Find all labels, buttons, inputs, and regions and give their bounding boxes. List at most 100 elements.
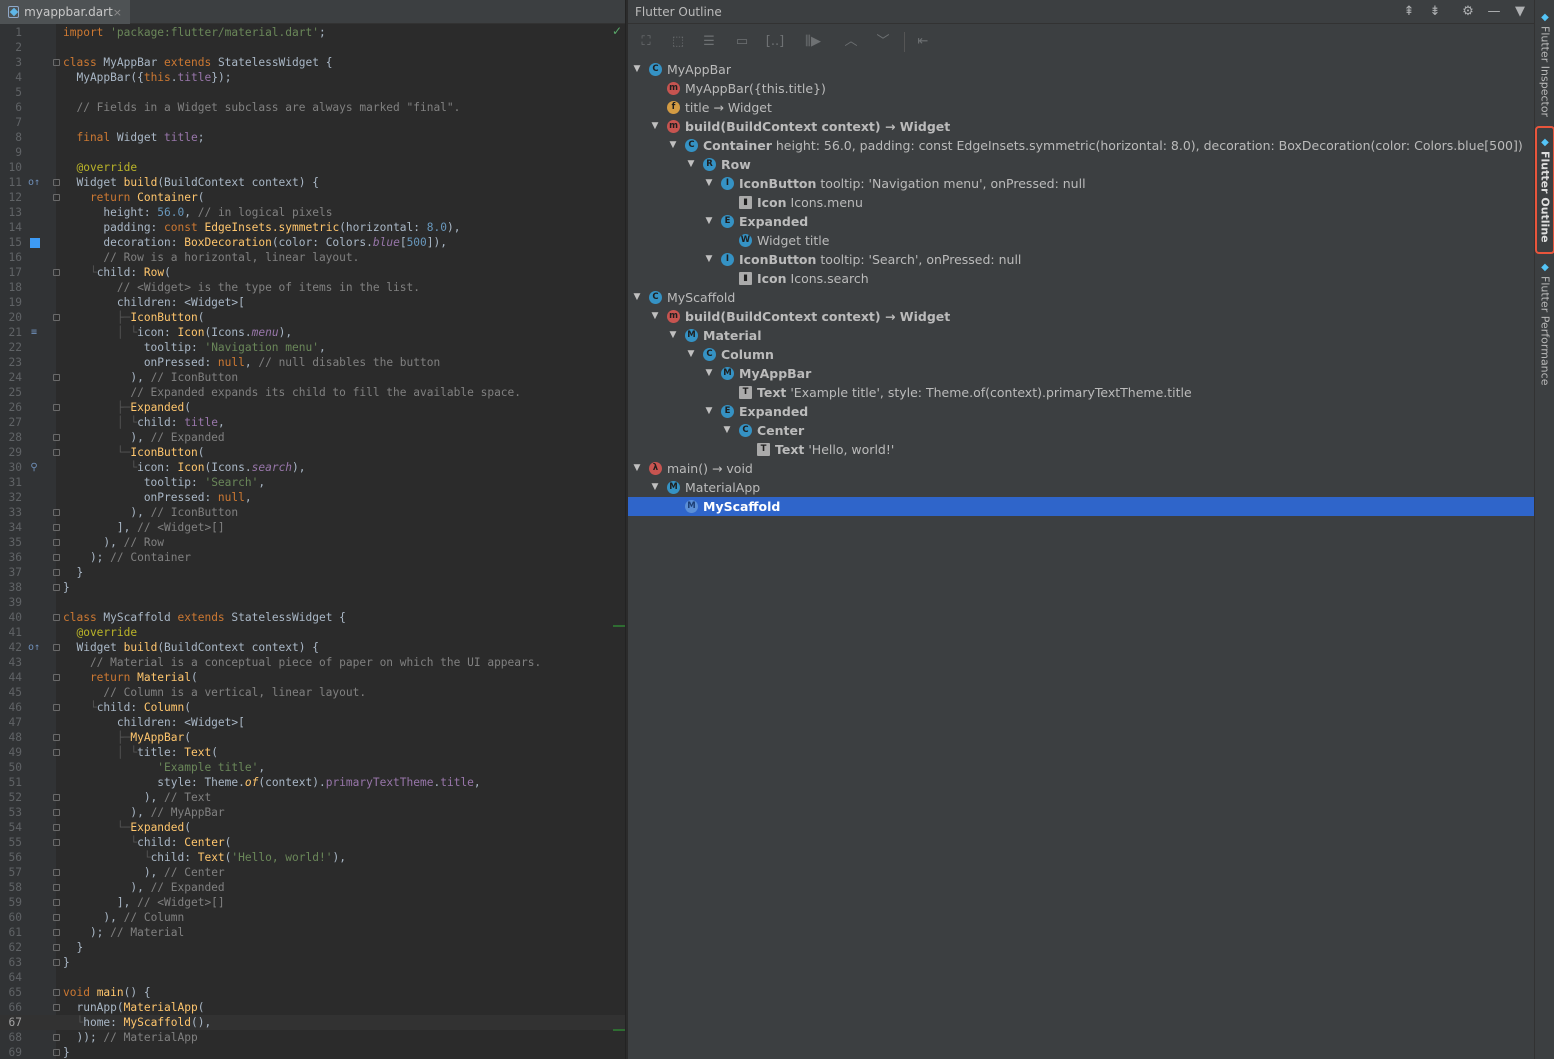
fold-marker-icon[interactable] [53,524,60,531]
fold-marker-icon[interactable] [53,269,60,276]
fold-marker-icon[interactable] [53,59,60,66]
fold-marker-icon[interactable] [53,434,60,441]
code-line[interactable]: 14 padding: const EdgeInsets.symmetric(h… [0,220,625,235]
fold-marker-icon[interactable] [53,674,60,681]
fold-marker-icon[interactable] [53,1049,60,1056]
code-line[interactable]: 7 [0,115,625,130]
code-line[interactable]: 9 [0,145,625,160]
wrap-new-widget-icon[interactable]: [..] [762,32,788,52]
fold-marker-icon[interactable] [53,194,60,201]
expand-arrow-icon[interactable]: ▼ [632,459,642,478]
expand-arrow-icon[interactable]: ▼ [704,364,714,383]
code-line[interactable]: 5 [0,85,625,100]
menu-gutter-icon[interactable]: ≡ [27,325,41,340]
code-line[interactable]: 4 MyAppBar({this.title}); [0,70,625,85]
code-line[interactable]: 51 style: Theme.of(context).primaryTextT… [0,775,625,790]
outline-node[interactable]: ▼ C MyScaffold [628,288,1534,307]
fold-marker-icon[interactable] [53,899,60,906]
code-line[interactable]: 12 return Container( [0,190,625,205]
code-line[interactable]: 41 @override [0,625,625,640]
fold-marker-icon[interactable] [53,794,60,801]
fold-marker-icon[interactable] [53,614,60,621]
fold-marker-icon[interactable] [53,644,60,651]
fold-marker-icon[interactable] [53,944,60,951]
expand-arrow-icon[interactable]: ▼ [650,478,660,497]
code-line[interactable]: 54 └─Expanded( [0,820,625,835]
outline-node[interactable]: ▼ m build(BuildContext context) → Widget [628,117,1534,136]
expand-arrow-icon[interactable]: ▼ [686,345,696,364]
expand-arrow-icon[interactable]: ▼ [632,60,642,79]
fold-marker-icon[interactable] [53,734,60,741]
code-line[interactable]: 2 [0,40,625,55]
expand-arrow-icon[interactable]: ▼ [650,307,660,326]
code-line[interactable]: 49 │ └title: Text( [0,745,625,760]
fold-marker-icon[interactable] [53,569,60,576]
outline-node[interactable]: ▼ E Expanded [628,212,1534,231]
fold-marker-icon[interactable] [53,314,60,321]
outline-node[interactable]: ▼ C Container height: 56.0, padding: const… [628,136,1534,155]
code-line[interactable]: 18 // <Widget> is the type of items in t… [0,280,625,295]
code-line[interactable]: 40 class MyScaffold extends StatelessWidg… [0,610,625,625]
outline-node[interactable]: ▼ R Row [628,155,1534,174]
wrap-center-icon[interactable]: ⛶ [636,32,656,52]
code-line[interactable]: 58 ), // Expanded [0,880,625,895]
fold-marker-icon[interactable] [53,959,60,966]
code-editor[interactable]: myappbar.dart × 1 import 'package:flutter… [0,0,625,1059]
code-line[interactable]: 46 └child: Column( [0,700,625,715]
code-line[interactable]: 11 o↑ Widget build(BuildContext context) … [0,175,625,190]
code-line[interactable]: 55 └child: Center( [0,835,625,850]
code-line[interactable]: 62 } [0,940,625,955]
outline-node[interactable]: ▮ Icon Icons.menu [628,193,1534,212]
extract-method-icon[interactable]: ⫼▶ [800,32,826,52]
outline-node[interactable]: ▼ M MyAppBar [628,364,1534,383]
code-line[interactable]: 36 ); // Container [0,550,625,565]
expand-all-icon[interactable]: ⇞ [1400,3,1418,21]
expand-arrow-icon[interactable]: ▼ [704,402,714,421]
code-line[interactable]: 52 ), // Text [0,790,625,805]
close-tab-icon[interactable]: × [113,6,122,19]
side-tab-flutter-inspector[interactable]: ◆ Flutter Inspector [1538,12,1552,117]
expand-arrow-icon[interactable]: ▼ [722,421,732,440]
fold-marker-icon[interactable] [53,179,60,186]
code-area[interactable]: 1 import 'package:flutter/material.dart';… [0,24,625,1059]
code-line[interactable]: 22 tooltip: 'Navigation menu', [0,340,625,355]
code-line[interactable]: 45 // Column is a vertical, linear layou… [0,685,625,700]
outline-node[interactable]: ▼ C MyAppBar [628,60,1534,79]
outline-node[interactable]: T Text 'Example title', style: Theme.of(c… [628,383,1534,402]
fold-marker-icon[interactable] [53,704,60,711]
fold-marker-icon[interactable] [53,374,60,381]
code-line[interactable]: 25 // Expanded expands its child to fill… [0,385,625,400]
filter-icon[interactable]: ▼ [1511,3,1529,21]
override-gutter-icon[interactable]: o↑ [27,640,41,655]
gear-icon[interactable]: ⚙ [1459,3,1477,21]
outline-node[interactable]: ▼ C Center [628,421,1534,440]
code-line[interactable]: 67 └home: MyScaffold(), [0,1015,625,1030]
outline-node[interactable]: ▼ M MaterialApp [628,478,1534,497]
code-line[interactable]: 23 onPressed: null, // null disables the… [0,355,625,370]
fold-marker-icon[interactable] [53,914,60,921]
code-line[interactable]: 65 void main() { [0,985,625,1000]
fold-marker-icon[interactable] [53,869,60,876]
outline-node[interactable]: ▼ λ main() → void [628,459,1534,478]
code-line[interactable]: 68 )); // MaterialApp [0,1030,625,1045]
move-up-icon[interactable]: ︿ [842,32,860,52]
outline-node[interactable]: ▼ C Column [628,345,1534,364]
expand-arrow-icon[interactable]: ▼ [668,136,678,155]
expand-arrow-icon[interactable]: ▼ [704,250,714,269]
outline-node[interactable]: W Widget title [628,231,1534,250]
expand-arrow-icon[interactable]: ▼ [686,155,696,174]
code-line[interactable]: 63} [0,955,625,970]
code-line[interactable]: 33 ), // IconButton [0,505,625,520]
outline-node[interactable]: f title → Widget [628,98,1534,117]
outline-node[interactable]: ▼ m build(BuildContext context) → Widget [628,307,1534,326]
code-line[interactable]: 27 │ └child: title, [0,415,625,430]
fold-marker-icon[interactable] [53,554,60,561]
code-line[interactable]: 15 decoration: BoxDecoration(color: Colo… [0,235,625,250]
code-line[interactable]: 37 } [0,565,625,580]
code-line[interactable]: 59 ], // <Widget>[] [0,895,625,910]
expand-arrow-icon[interactable]: ▼ [632,288,642,307]
fold-marker-icon[interactable] [53,539,60,546]
fold-marker-icon[interactable] [53,929,60,936]
code-line[interactable]: 53 ), // MyAppBar [0,805,625,820]
outline-node[interactable]: ▼ M Material [628,326,1534,345]
